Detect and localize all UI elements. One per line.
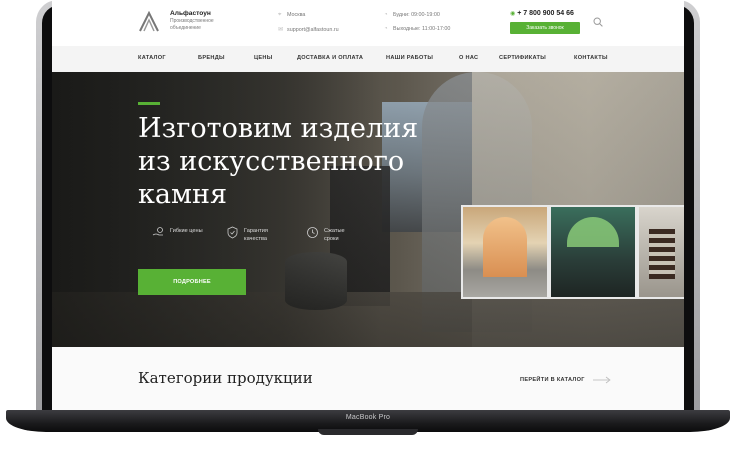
nav-item-contacts[interactable]: КОНТАКТЫ (574, 55, 608, 61)
more-details-button[interactable]: ПОДРОБНЕЕ (138, 269, 246, 295)
feature-quality-guarantee: Гарантия качества (227, 226, 284, 243)
map-pin-icon: ⌖ (278, 12, 282, 18)
gallery-thumbnail[interactable] (637, 205, 684, 299)
hero-banner: Изготовим изделия из искусственного камн… (52, 72, 684, 347)
arrow-right-icon[interactable] (593, 376, 611, 384)
weekend-hours-text: Выходные: 11:00-17:00 (393, 26, 451, 32)
nav-item-brands[interactable]: БРЕНДЫ (198, 55, 225, 61)
hero-title: Изготовим изделия из искусственного камн… (138, 113, 419, 210)
weekend-hours: ◔ Выходные: 11:00-17:00 (384, 26, 450, 32)
call-request-button[interactable]: Заказать звонок (510, 22, 580, 34)
gallery-thumbnail[interactable] (549, 205, 637, 299)
clock-icon: ◔ (384, 12, 388, 18)
categories-section: Категории продукции ПЕРЕЙТИ В КАТАЛОГ (52, 347, 684, 412)
logo-subtitle: Производственное объединение (170, 18, 214, 31)
clock-icon (307, 227, 318, 238)
city-text: Москва (287, 12, 306, 18)
nav-item-catalog[interactable]: КАТАЛОГ (138, 55, 166, 61)
email-info[interactable]: ✉ support@alfastoun.ru (278, 26, 339, 33)
phone-text: + 7 800 900 54 66 (517, 10, 574, 17)
clock-icon: ◔ (384, 26, 388, 32)
logo-name[interactable]: Альфастоун (170, 10, 211, 17)
mail-icon: ✉ (278, 27, 284, 33)
email-text: support@alfastoun.ru (287, 27, 339, 33)
feature-flexible-prices: Гибкие цены (152, 227, 204, 236)
hand-coins-icon (152, 227, 163, 236)
feature-text: Гарантия качества (244, 228, 268, 242)
nav-item-delivery[interactable]: ДОСТАВКА И ОПЛАТА (297, 55, 363, 61)
feature-short-terms: Сжатые сроки (307, 227, 354, 243)
phone-number[interactable]: ◉ + 7 800 900 54 66 (510, 10, 574, 17)
browser-viewport: Альфастоун Производственное объединение … (52, 0, 684, 412)
feature-text: Сжатые сроки (324, 228, 345, 242)
nav-item-about[interactable]: О НАС (459, 55, 478, 61)
weekday-hours-text: Будни: 09:00-19:00 (393, 12, 440, 18)
city-info[interactable]: ⌖ Москва (278, 12, 305, 19)
feature-text: Гибкие цены (170, 228, 203, 234)
laptop-notch (318, 429, 418, 435)
nav-item-certificates[interactable]: СЕРТИФИКАТЫ (499, 55, 546, 61)
logo-icon[interactable] (138, 11, 160, 33)
weekday-hours: ◔ Будни: 09:00-19:00 (384, 12, 440, 18)
categories-title: Категории продукции (138, 369, 313, 387)
nav-item-our-works[interactable]: НАШИ РАБОТЫ (386, 55, 433, 61)
main-nav: КАТАЛОГ БРЕНДЫ ЦЕНЫ ДОСТАВКА И ОПЛАТА НА… (52, 46, 684, 72)
hero-accent-bar (138, 102, 160, 105)
shield-check-icon (227, 226, 238, 239)
go-to-catalog-link[interactable]: ПЕРЕЙТИ В КАТАЛОГ (520, 377, 585, 383)
whatsapp-icon: ◉ (510, 11, 516, 17)
nav-item-prices[interactable]: ЦЕНЫ (254, 55, 273, 61)
device-label: MacBook Pro (345, 414, 391, 421)
gallery-thumbnail[interactable] (461, 205, 549, 299)
search-icon[interactable] (593, 17, 603, 27)
site-header: Альфастоун Производственное объединение … (52, 0, 684, 47)
